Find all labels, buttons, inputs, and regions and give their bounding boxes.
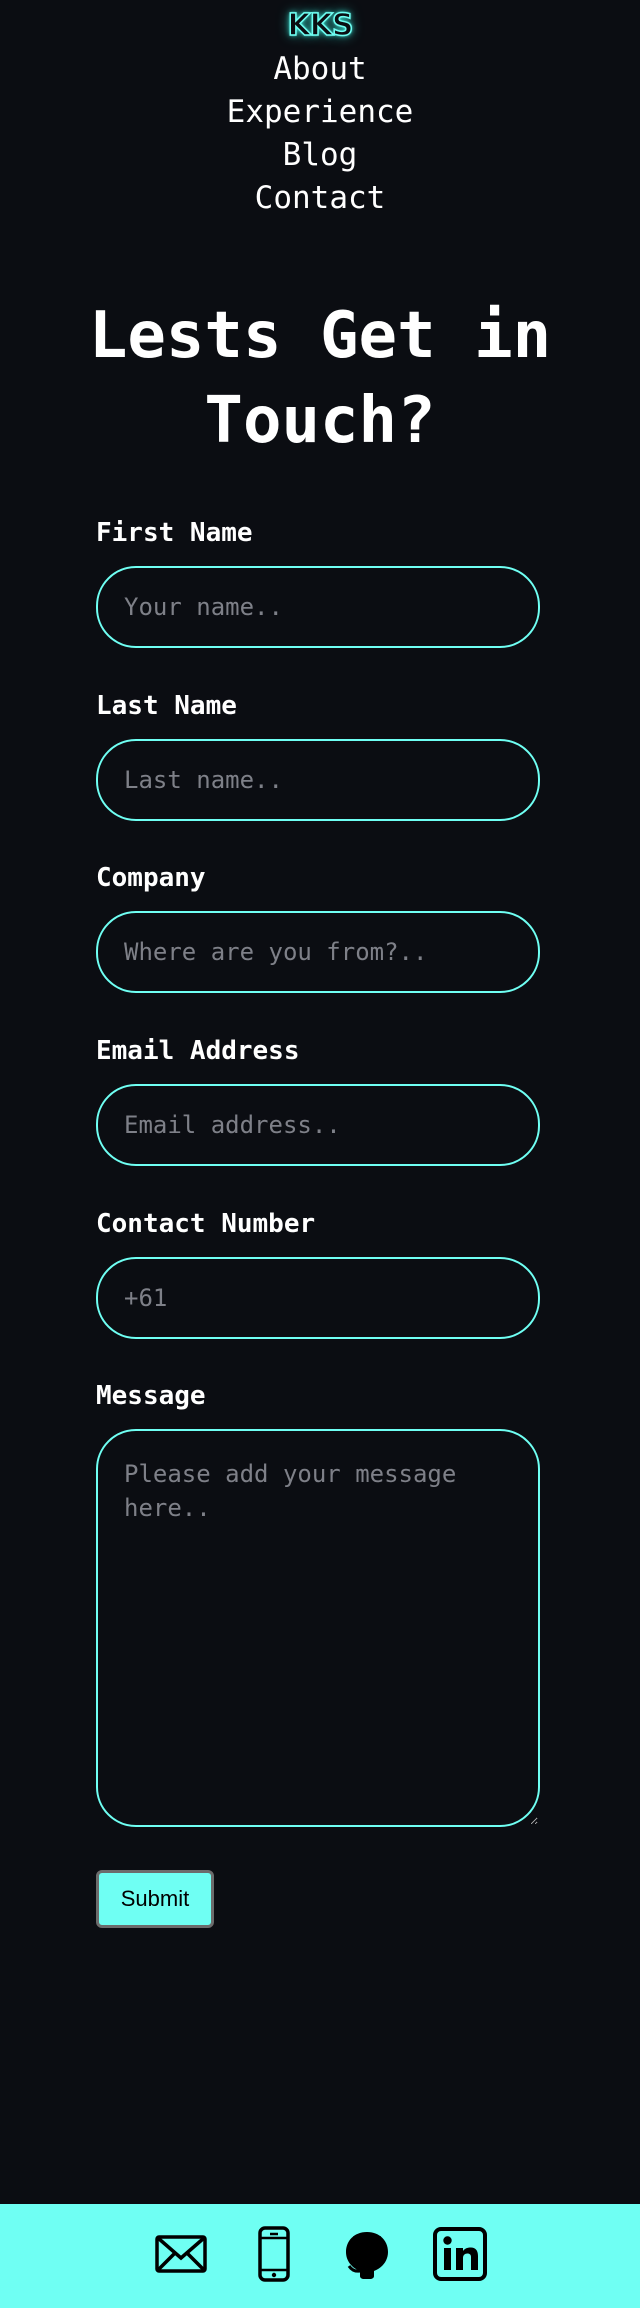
- nav-contact[interactable]: Contact: [0, 177, 640, 220]
- logo[interactable]: KKS: [0, 7, 640, 44]
- first-name-label: First Name: [96, 518, 253, 548]
- page-title: Lests Get in Touch?: [88, 299, 552, 458]
- company-input[interactable]: [96, 911, 540, 993]
- submit-button[interactable]: Submit: [96, 1870, 214, 1928]
- linkedin-icon[interactable]: [432, 2226, 488, 2282]
- main-nav: About Experience Blog Contact: [0, 48, 640, 220]
- message-label: Message: [96, 1381, 206, 1411]
- contact-number-label: Contact Number: [96, 1209, 316, 1239]
- nav-blog[interactable]: Blog: [0, 134, 640, 177]
- company-label: Company: [96, 863, 206, 893]
- email-input[interactable]: [96, 1084, 540, 1166]
- last-name-label: Last Name: [96, 691, 237, 721]
- email-label: Email Address: [96, 1036, 300, 1066]
- nav-experience[interactable]: Experience: [0, 91, 640, 134]
- nav-about[interactable]: About: [0, 48, 640, 91]
- mobile-phone-icon[interactable]: [246, 2226, 302, 2282]
- message-textarea[interactable]: [96, 1429, 540, 1827]
- mail-icon[interactable]: [153, 2226, 209, 2282]
- github-icon[interactable]: [339, 2226, 395, 2282]
- last-name-input[interactable]: [96, 739, 540, 821]
- contact-number-input[interactable]: [96, 1257, 540, 1339]
- first-name-input[interactable]: [96, 566, 540, 648]
- footer: [0, 2204, 640, 2308]
